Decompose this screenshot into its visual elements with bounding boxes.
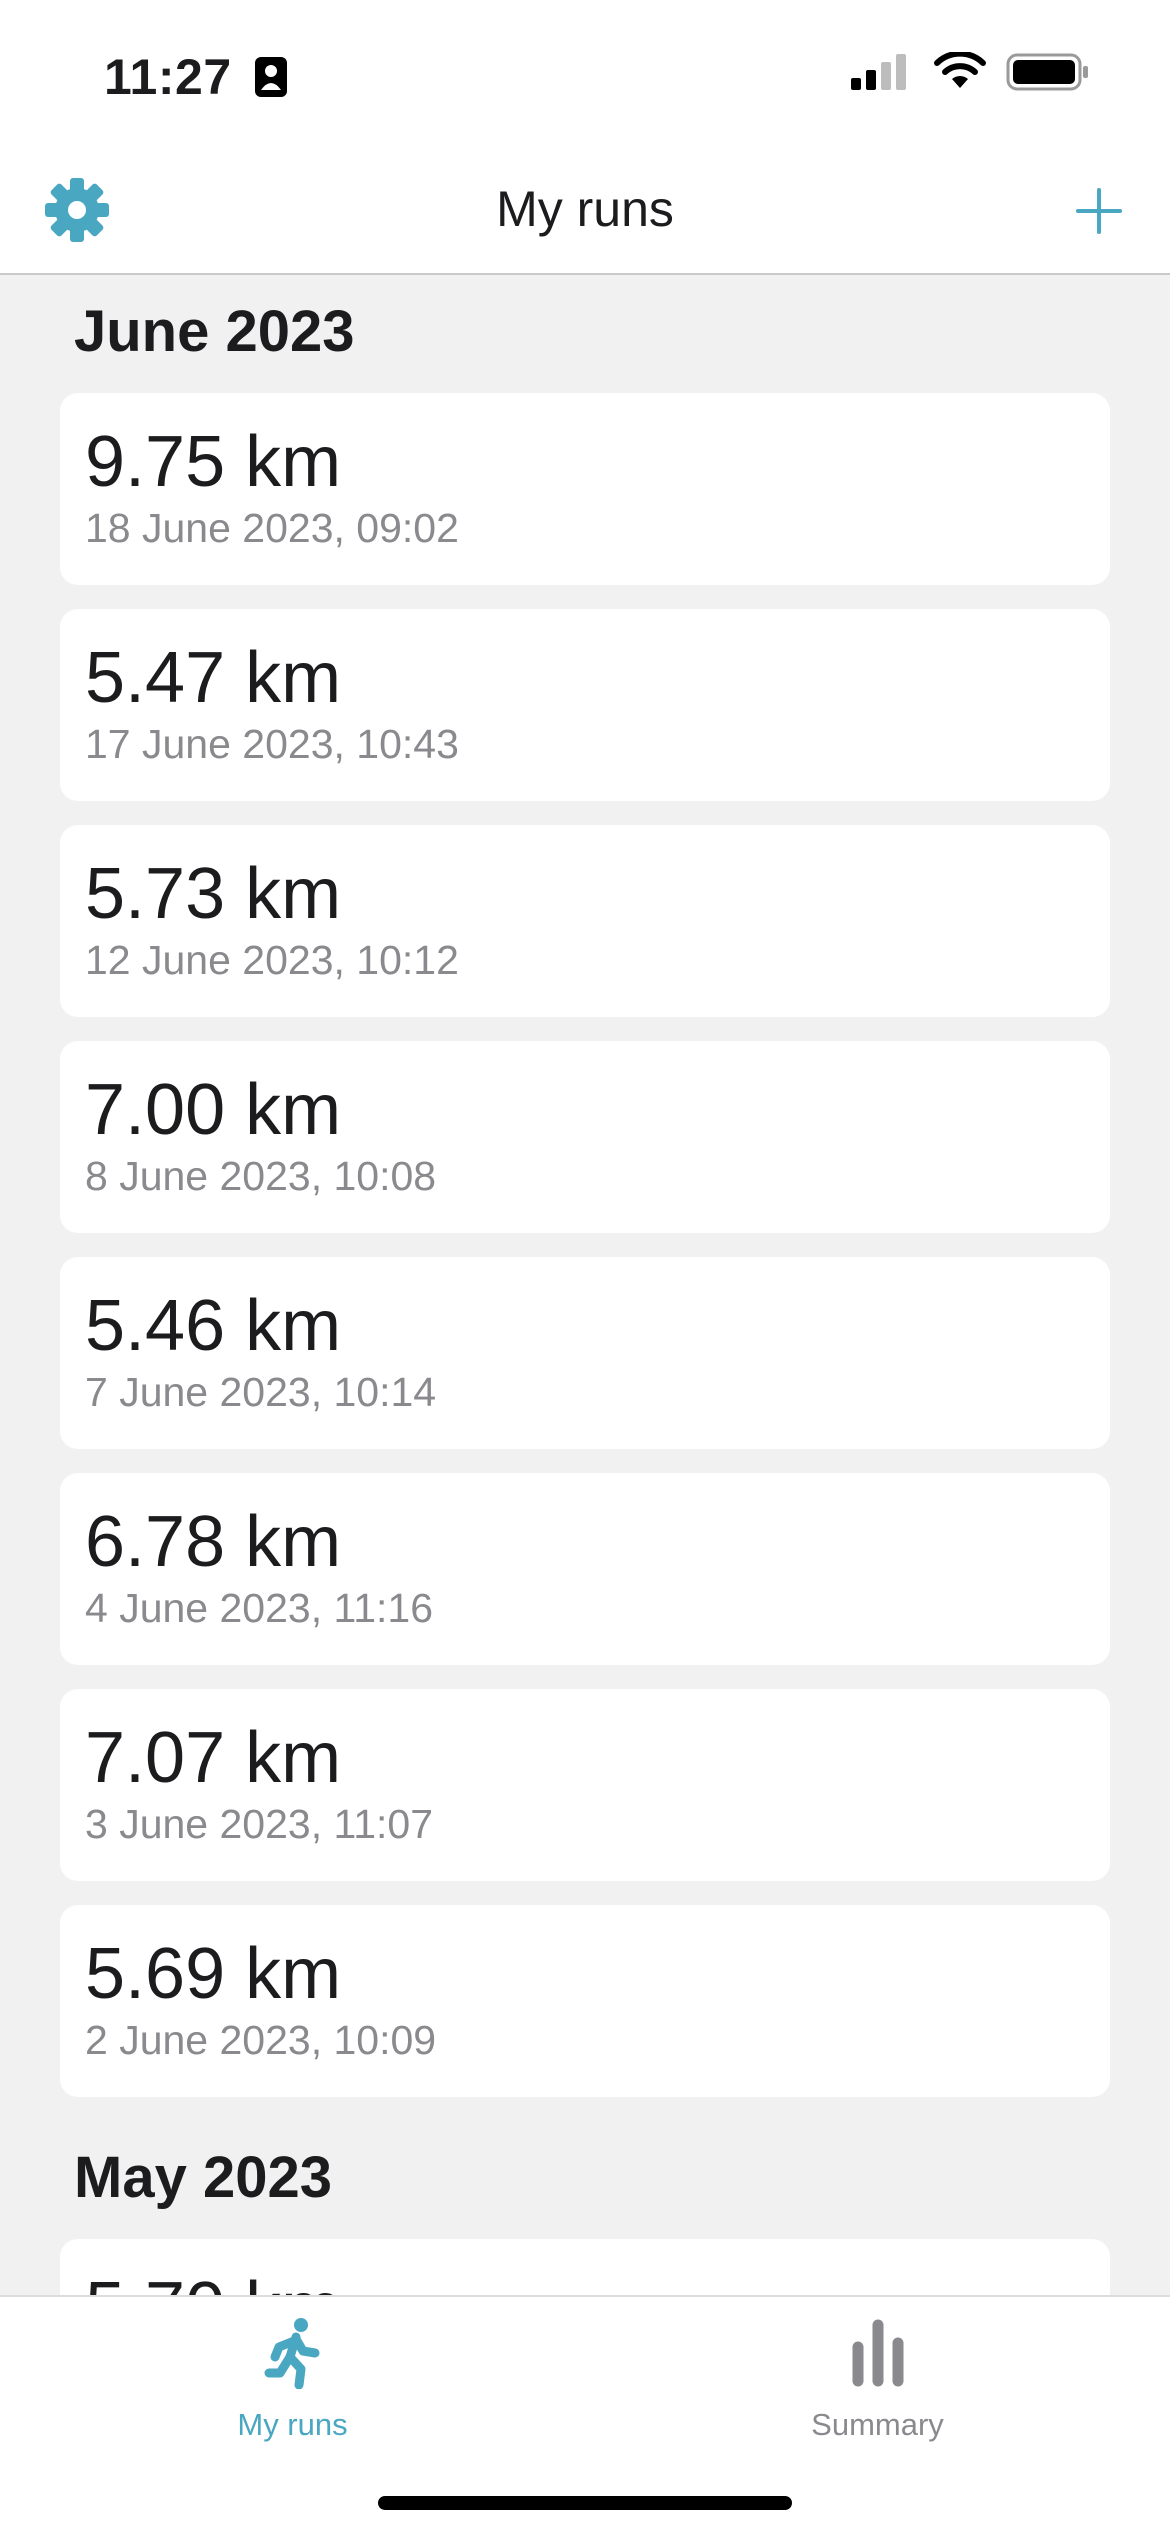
run-date: 2 June 2023, 10:09 (85, 2017, 437, 2063)
tab-label: Summary (811, 2407, 944, 2442)
tab-my-runs[interactable]: My runs (0, 2297, 585, 2457)
run-distance: 5.69 km (85, 1934, 342, 2014)
run-card[interactable]: 5.46 km 7 June 2023, 10:14 (60, 1257, 1110, 1449)
page-title: My runs (496, 181, 674, 237)
run-date: 7 June 2023, 10:14 (85, 1369, 437, 1415)
section-header-june-2023: June 2023 (74, 299, 355, 364)
cellular-signal-icon (851, 54, 907, 90)
status-bar: 11:27 (0, 0, 1170, 150)
run-card[interactable]: 9.75 km 18 June 2023, 09:02 (60, 393, 1110, 585)
run-distance: 6.78 km (85, 1502, 342, 1582)
run-distance: 5.46 km (85, 1286, 342, 1366)
run-distance: 5.73 km (85, 854, 342, 934)
run-card[interactable]: 5.70 km (60, 2239, 1110, 2295)
run-card[interactable]: 5.73 km 12 June 2023, 10:12 (60, 825, 1110, 1017)
run-date: 8 June 2023, 10:08 (85, 1153, 437, 1199)
status-time: 11:27 (104, 48, 288, 106)
tab-summary[interactable]: Summary (585, 2297, 1170, 2457)
runs-list[interactable]: June 2023 9.75 km 18 June 2023, 09:02 5.… (0, 275, 1170, 2295)
run-card[interactable]: 6.78 km 4 June 2023, 11:16 (60, 1473, 1110, 1665)
navigation-bar: My runs (0, 150, 1170, 275)
add-run-button[interactable] (1068, 180, 1130, 242)
battery-icon (1006, 53, 1088, 91)
status-icons (849, 50, 1090, 92)
run-date: 18 June 2023, 09:02 (85, 505, 459, 551)
contact-card-icon (255, 57, 288, 97)
wifi-icon (933, 50, 986, 88)
run-date: 17 June 2023, 10:43 (85, 721, 459, 767)
status-time-label: 11:27 (104, 49, 232, 105)
section-header-may-2023: May 2023 (74, 2145, 332, 2210)
run-date: 3 June 2023, 11:07 (85, 1801, 434, 1847)
run-distance: 7.00 km (85, 1070, 342, 1150)
run-card[interactable]: 5.47 km 17 June 2023, 10:43 (60, 609, 1110, 801)
run-distance: 9.75 km (85, 422, 342, 502)
run-card[interactable]: 5.69 km 2 June 2023, 10:09 (60, 1905, 1110, 2097)
home-indicator[interactable] (378, 2496, 792, 2510)
run-card[interactable]: 7.00 km 8 June 2023, 10:08 (60, 1041, 1110, 1233)
run-distance: 5.47 km (85, 638, 342, 718)
run-date: 4 June 2023, 11:16 (85, 1585, 434, 1631)
tab-label: My runs (237, 2407, 348, 2442)
tab-bar: My runs Summary (0, 2295, 1170, 2534)
runner-icon (264, 2318, 319, 2389)
run-distance: 5.70 km (85, 2267, 341, 2295)
run-card[interactable]: 7.07 km 3 June 2023, 11:07 (60, 1689, 1110, 1881)
bar-chart-icon (852, 2319, 903, 2387)
run-date: 12 June 2023, 10:12 (85, 937, 459, 983)
plus-icon (1076, 188, 1122, 234)
run-distance: 7.07 km (85, 1718, 342, 1798)
